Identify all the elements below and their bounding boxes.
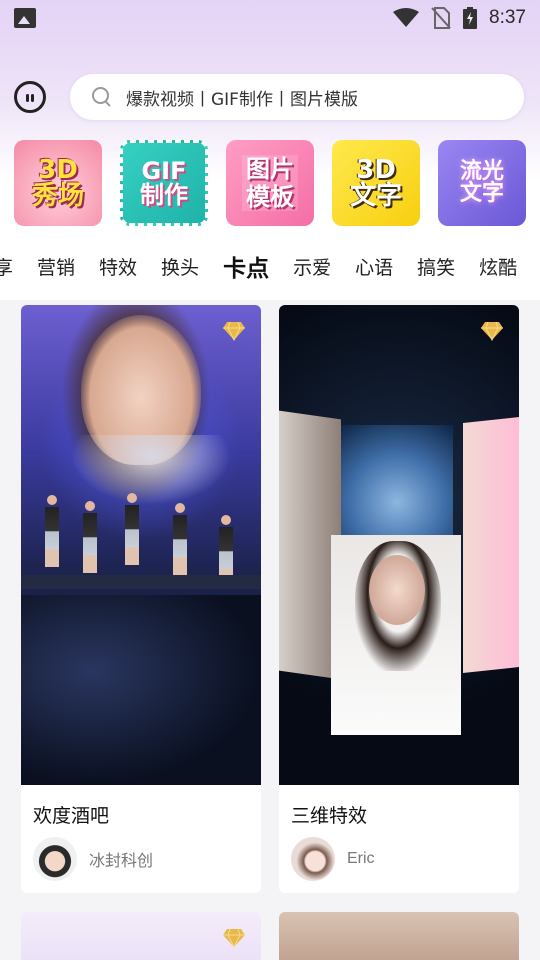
tab-face-swap[interactable]: 换头 [149, 253, 211, 280]
tab-heart-words[interactable]: 心语 [343, 253, 405, 280]
tab-love[interactable]: 示爱 [281, 253, 343, 280]
tile-label-line2: 文字 [349, 181, 402, 211]
status-bar: 8:37 [0, 0, 540, 36]
search-placeholder: 爆款视频丨GIF制作丨图片模版 [126, 89, 358, 110]
avatar [33, 837, 77, 881]
no-sim-icon [431, 7, 451, 29]
tab-funny[interactable]: 搞笑 [405, 253, 467, 280]
tab-effects[interactable]: 特效 [87, 253, 149, 280]
tile-label-line1: 流光 [459, 159, 504, 184]
search-icon [92, 87, 112, 107]
tab-beat-sync[interactable]: 卡点 [211, 249, 281, 283]
vip-diamond-icon [223, 928, 245, 948]
template-author[interactable]: 冰封科创 [33, 837, 261, 881]
tab-marketing[interactable]: 营销 [25, 253, 87, 280]
tab-cool[interactable]: 炫酷 [467, 253, 529, 280]
tab-beat-sync-label: 卡点 [223, 256, 270, 282]
template-card[interactable]: 三维特效 Eric [279, 305, 519, 893]
template-card[interactable] [21, 912, 261, 960]
vip-diamond-icon [481, 321, 503, 341]
robot-face-icon[interactable] [14, 81, 46, 113]
tile-label-line1: 3D [356, 155, 396, 185]
template-title: 三维特效 [291, 805, 368, 827]
template-title: 欢度酒吧 [33, 805, 110, 827]
feature-tiles: 3D 秀场 GIF 制作 图片 模板 3D 文字 流光 文字 [14, 140, 526, 226]
tile-label-line2: 模板 [242, 183, 298, 211]
feature-gif-maker-button[interactable]: GIF 制作 [120, 140, 208, 226]
template-thumbnail [279, 912, 519, 960]
tile-label-line2: 秀场 [31, 181, 84, 211]
gallery-icon [14, 8, 36, 28]
tile-label-line1: GIF [141, 157, 187, 185]
wifi-icon [393, 8, 420, 27]
tile-label-line1: 图片 [242, 155, 298, 183]
template-card[interactable] [279, 912, 519, 960]
battery-charging-icon [463, 7, 478, 29]
feature-3d-showcase-button[interactable]: 3D 秀场 [14, 140, 102, 226]
template-thumbnail [21, 912, 261, 960]
avatar [291, 837, 335, 881]
author-name: 冰封科创 [89, 853, 154, 870]
feature-glow-text-button[interactable]: 流光 文字 [438, 140, 526, 226]
template-thumbnail [279, 305, 519, 785]
tile-label-line2: 文字 [459, 181, 504, 206]
author-name: Eric [347, 850, 375, 867]
feature-image-template-button[interactable]: 图片 模板 [226, 140, 314, 226]
search-row: 爆款视频丨GIF制作丨图片模版 [14, 74, 524, 120]
search-input[interactable]: 爆款视频丨GIF制作丨图片模版 [70, 74, 524, 120]
tab-share[interactable]: 享 [0, 253, 25, 280]
template-author[interactable]: Eric [291, 837, 519, 881]
template-card[interactable]: 欢度酒吧 冰封科创 [21, 305, 261, 893]
tile-label-line2: 制作 [140, 181, 188, 209]
tile-label-line1: 3D [38, 155, 78, 185]
feature-3d-text-button[interactable]: 3D 文字 [332, 140, 420, 226]
vip-diamond-icon [223, 321, 245, 341]
category-tabs: 享 营销 特效 换头 卡点 示爱 心语 搞笑 炫酷 [0, 246, 540, 286]
template-thumbnail [21, 305, 261, 785]
clock: 8:37 [489, 7, 526, 28]
